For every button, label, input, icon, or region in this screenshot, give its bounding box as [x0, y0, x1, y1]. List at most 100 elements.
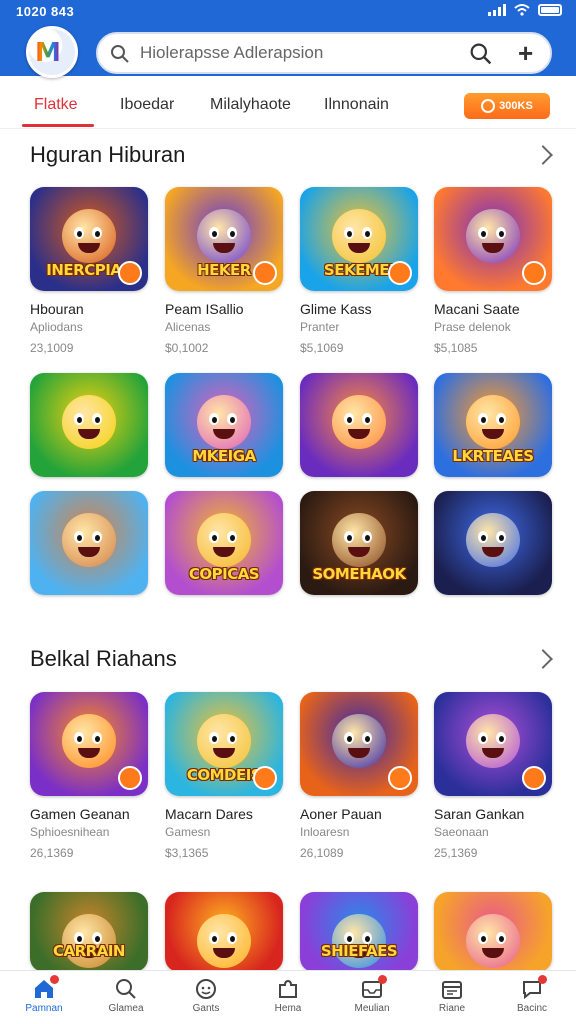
app-category: Alicenas [165, 320, 211, 334]
app-logo[interactable]: M [26, 26, 78, 78]
notification-dot [50, 975, 59, 984]
notification-dot [378, 975, 387, 984]
app-tile-title: LKRTEAES [452, 447, 534, 465]
nav-label: Riane [438, 1003, 466, 1014]
status-time: 1020 843 [16, 4, 75, 19]
character-icon [332, 513, 386, 567]
app-tile[interactable]: SHIEFAES [300, 892, 418, 972]
app-tile[interactable] [300, 373, 418, 477]
app-downloads: $0,1002 [165, 341, 209, 355]
app-name[interactable]: Glime Kass [300, 301, 372, 317]
app-tile[interactable] [434, 692, 552, 796]
character-icon [466, 395, 520, 449]
app-tile-title: CARRAIN [53, 942, 125, 960]
nav-item-home[interactable]: Pamnan [14, 975, 74, 1014]
nav-label: Bacinc [516, 1003, 547, 1014]
app-tile-title: SOMEHAOK [312, 565, 406, 583]
badge-icon [253, 766, 277, 790]
add-icon[interactable]: + [518, 39, 533, 67]
app-category: Saeonaan [434, 825, 489, 839]
app-tile[interactable]: COPICAS [165, 491, 283, 595]
badge-icon [388, 261, 412, 285]
character-icon [62, 209, 116, 263]
bottom-nav: Pamnan Glamea Gants Hema Meulian Riane B… [0, 970, 576, 1024]
app-name[interactable]: Macarn Dares [165, 806, 253, 822]
app-name[interactable]: Aoner Pauan [300, 806, 382, 822]
section-title: Hguran Hiburan [30, 142, 186, 167]
badge-icon [388, 766, 412, 790]
character-icon [197, 513, 251, 567]
character-icon [466, 914, 520, 968]
app-name[interactable]: Saran Gankan [434, 806, 524, 822]
app-tile[interactable] [30, 373, 148, 477]
coins-label: 300KS [499, 100, 533, 112]
app-tile[interactable]: MKEIGA [165, 373, 283, 477]
app-category: Prase delenok [434, 320, 511, 334]
puzzle-icon [279, 979, 297, 998]
app-tile[interactable] [434, 187, 552, 291]
tab-iboedar[interactable]: Iboedar [120, 96, 174, 114]
nav-item-games[interactable]: Gants [176, 977, 236, 1014]
search-input[interactable] [140, 41, 460, 65]
app-name[interactable]: Peam ISallio [165, 301, 244, 317]
character-icon [332, 714, 386, 768]
app-category: Apliodans [30, 320, 83, 334]
chevron-right-icon[interactable] [533, 649, 553, 669]
app-tile[interactable] [300, 692, 418, 796]
badge-icon [522, 766, 546, 790]
notification-dot [538, 975, 547, 984]
app-tile-title: COPICAS [188, 565, 260, 583]
character-icon [197, 714, 251, 768]
app-downloads: 26,1089 [300, 846, 344, 860]
search-bar[interactable]: + [96, 32, 552, 74]
coins-button[interactable]: 300KS [464, 93, 550, 119]
app-tile[interactable] [434, 491, 552, 595]
chevron-right-icon[interactable] [533, 145, 553, 165]
character-icon [62, 513, 116, 567]
app-tile[interactable] [434, 892, 552, 972]
tab-milalyhaote[interactable]: Milalyhaote [210, 96, 291, 114]
app-category: Gamesn [165, 825, 211, 839]
app-downloads: $3,1365 [165, 846, 209, 860]
app-tile[interactable] [30, 491, 148, 595]
section-title: Belkal Riahans [30, 646, 177, 671]
nav-item-riane[interactable]: Riane [422, 977, 482, 1014]
app-tile[interactable]: INERCPIAS [30, 187, 148, 291]
character-icon [62, 395, 116, 449]
app-tile[interactable]: HEKER [165, 187, 283, 291]
app-tile[interactable]: COMDEIS [165, 692, 283, 796]
badge-icon [253, 261, 277, 285]
app-tile[interactable]: SOMEHAOK [300, 491, 418, 595]
character-icon [332, 395, 386, 449]
app-name[interactable]: Gamen Geanan [30, 806, 130, 822]
app-downloads: 25,1369 [434, 846, 478, 860]
nav-item-hema[interactable]: Hema [258, 977, 318, 1014]
character-icon [197, 914, 251, 968]
badge-icon [118, 766, 142, 790]
tab-ilnnonain[interactable]: Ilnnonain [324, 96, 389, 114]
badge-icon [522, 261, 546, 285]
badge-icon [118, 261, 142, 285]
character-icon [466, 209, 520, 263]
character-icon [62, 714, 116, 768]
character-icon [197, 395, 251, 449]
nav-label: Hema [274, 1003, 302, 1014]
nav-item-search[interactable]: Glamea [96, 977, 156, 1014]
app-category: Pranter [300, 320, 340, 334]
app-tile[interactable]: SEKEMEI [300, 187, 418, 291]
app-tile[interactable]: CARRAIN [30, 892, 148, 972]
app-tile[interactable]: LKRTEAES [434, 373, 552, 477]
app-tile[interactable] [30, 692, 148, 796]
search-submit-icon[interactable] [470, 43, 492, 65]
app-name[interactable]: Hbouran [30, 301, 84, 317]
tab-flatke[interactable]: Flatke [34, 96, 78, 114]
gamepad-icon [196, 979, 216, 999]
tabs-divider [0, 128, 576, 129]
app-name[interactable]: Macani Saate [434, 301, 520, 317]
nav-item-bacinc[interactable]: Bacinc [502, 975, 562, 1014]
app-tile[interactable] [165, 892, 283, 972]
nav-item-meulian[interactable]: Meulian [342, 975, 402, 1014]
calendar-icon [442, 981, 462, 999]
nav-label: Gants [192, 1003, 220, 1014]
search-icon [116, 979, 136, 999]
